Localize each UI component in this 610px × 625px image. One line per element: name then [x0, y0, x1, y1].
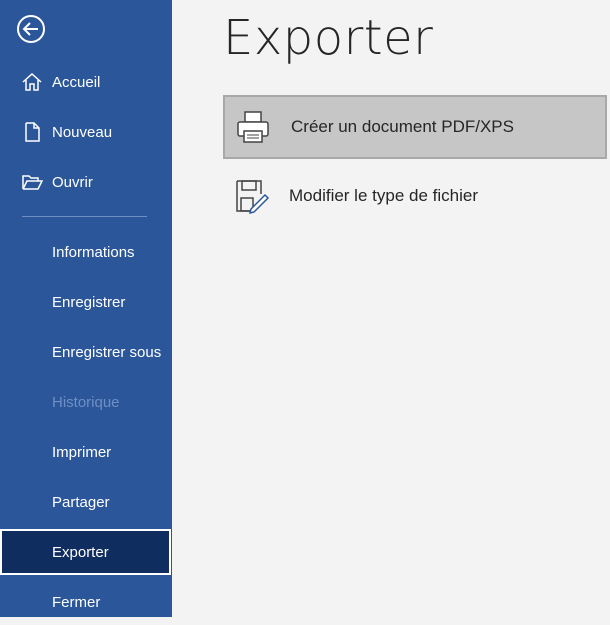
export-panel: Exporter Créer un document PDF/XPS Modif… [172, 0, 610, 617]
backstage-sidebar: Accueil Nouveau Ouvrir Informations Enre… [0, 0, 172, 617]
sidebar-item-label: Imprimer [52, 443, 112, 461]
page-title: Exporter [223, 10, 434, 66]
sidebar-item-accueil[interactable]: Accueil [0, 59, 172, 105]
change-file-type-option[interactable]: Modifier le type de fichier [223, 164, 607, 228]
sidebar-item-ouvrir[interactable]: Ouvrir [0, 159, 172, 205]
sidebar-item-label: Exporter [52, 543, 109, 561]
sidebar-item-label: Partager [52, 493, 110, 511]
option-label: Modifier le type de fichier [289, 186, 478, 205]
sidebar-item-label: Fermer [52, 593, 101, 611]
sidebar-item-label: Accueil [52, 73, 101, 91]
sidebar-item-imprimer[interactable]: Imprimer [0, 429, 172, 475]
create-pdf-xps-option[interactable]: Créer un document PDF/XPS [223, 95, 607, 159]
sidebar-item-nouveau[interactable]: Nouveau [0, 109, 172, 155]
sidebar-item-label: Historique [52, 393, 120, 411]
sidebar-item-fermer[interactable]: Fermer [0, 579, 172, 625]
sidebar-item-label: Enregistrer [52, 293, 126, 311]
pdf-printer-icon [237, 111, 269, 143]
sidebar-item-enregistrer-sous[interactable]: Enregistrer sous [0, 329, 172, 375]
change-file-type-icon [236, 180, 270, 215]
sidebar-item-partager[interactable]: Partager [0, 479, 172, 525]
sidebar-item-informations[interactable]: Informations [0, 229, 172, 275]
home-icon [22, 72, 42, 91]
open-folder-icon [22, 175, 43, 190]
sidebar-item-label: Informations [52, 243, 135, 261]
sidebar-item-historique: Historique [0, 379, 172, 425]
back-button[interactable] [16, 14, 46, 44]
back-arrow-circle-icon [17, 15, 45, 43]
sidebar-item-enregistrer[interactable]: Enregistrer [0, 279, 172, 325]
sidebar-item-label: Ouvrir [52, 173, 93, 191]
new-document-icon [25, 122, 40, 142]
sidebar-item-label: Enregistrer sous [52, 343, 162, 361]
sidebar-item-label: Nouveau [52, 123, 113, 141]
option-label: Créer un document PDF/XPS [291, 117, 514, 136]
sidebar-item-exporter[interactable]: Exporter [0, 529, 171, 575]
sidebar-divider [22, 216, 147, 217]
